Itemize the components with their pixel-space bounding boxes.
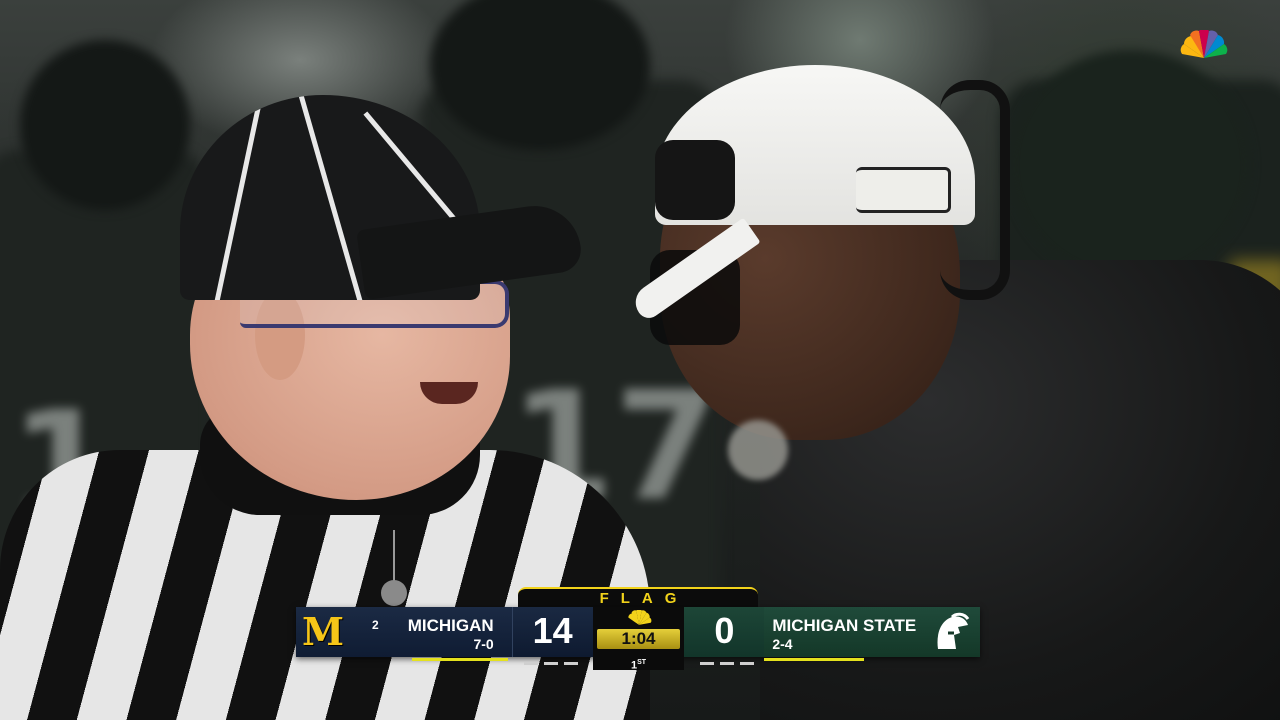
scorebug: FLAG M 2 MICHIGAN 7-0 14 1:04 1ST 0 MICH… [296, 587, 981, 672]
scorebug-bar: M 2 MICHIGAN 7-0 14 1:04 1ST 0 MICHIGAN … [296, 607, 981, 672]
away-timeouts [700, 662, 754, 665]
away-team-record: 2-4 [772, 636, 793, 652]
away-accent-line [764, 658, 864, 661]
background-helmet [1010, 50, 1250, 280]
background-helmet [20, 40, 190, 210]
away-team-name: MICHIGAN STATE [772, 616, 917, 635]
coach-headset [940, 80, 1010, 300]
coach-cap-strap [856, 167, 951, 213]
nbc-peacock-icon [1180, 30, 1228, 58]
referee-whistle [381, 530, 421, 606]
away-team-panel: MICHIGAN STATE 2-4 [764, 607, 981, 657]
quarter-suffix: ST [637, 659, 647, 666]
coach-headset-earpiece [655, 140, 735, 220]
home-team-panel: M 2 MICHIGAN 7-0 [296, 607, 512, 657]
home-team-rank: 2 [372, 618, 379, 632]
quarter-indicator: 1ST [592, 656, 685, 672]
away-score-panel: 0 [684, 607, 765, 657]
home-timeouts [524, 662, 578, 665]
spartan-helmet-icon [937, 612, 970, 649]
away-score: 0 [714, 610, 735, 651]
home-possession-line [412, 658, 508, 661]
flag-text: FLAG [599, 590, 689, 607]
coach-beard [728, 420, 788, 480]
michigan-block-m-logo: M [302, 609, 345, 654]
home-team-record: 7-0 [473, 636, 494, 652]
game-clock-panel: 1:04 1ST [592, 607, 685, 672]
home-score-panel: 14 [511, 607, 593, 657]
nbc-peacock-icon [627, 610, 652, 625]
home-score: 14 [532, 610, 573, 651]
home-team-name: MICHIGAN [407, 616, 494, 635]
game-clock: 1:04 [596, 629, 681, 649]
